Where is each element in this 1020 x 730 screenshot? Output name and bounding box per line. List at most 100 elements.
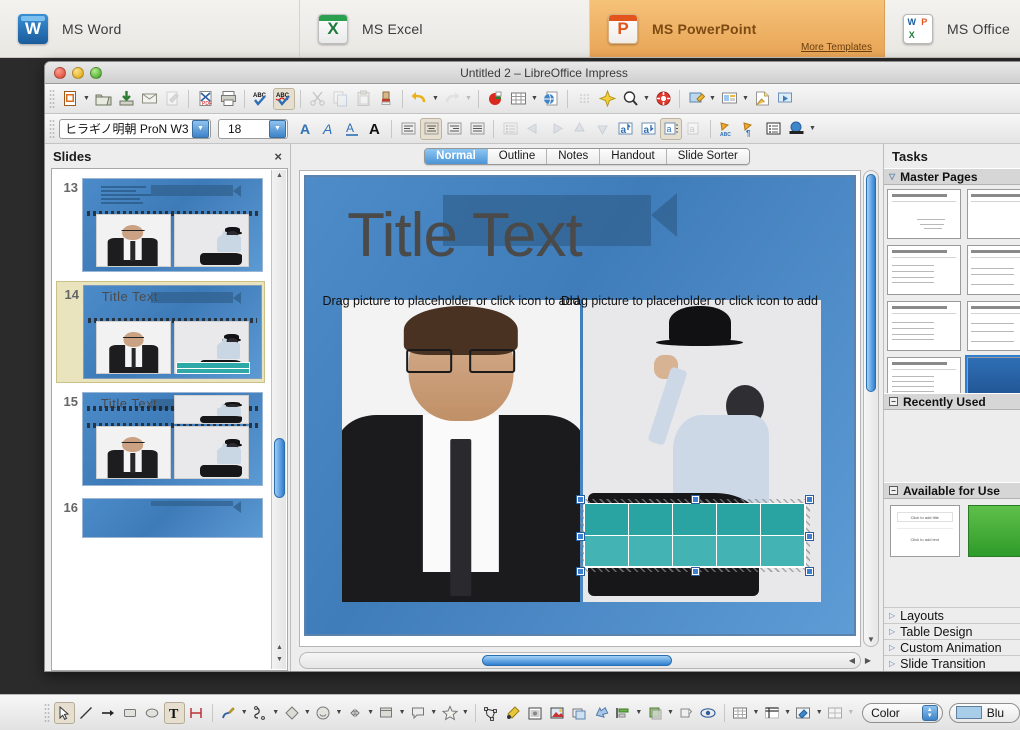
slide-thumbnail[interactable]: Title Text bbox=[82, 392, 263, 486]
selection-handle[interactable] bbox=[577, 532, 584, 540]
chevron-down-icon[interactable]: ▼ bbox=[269, 119, 286, 138]
undo-button[interactable] bbox=[408, 88, 430, 110]
merge-cells-button[interactable] bbox=[825, 702, 846, 724]
underline-button[interactable]: A bbox=[341, 118, 363, 140]
panel-table-design[interactable]: ▷ Table Design bbox=[884, 623, 1020, 639]
connector-dropdown-icon[interactable]: ▼ bbox=[271, 702, 280, 724]
move-down-button[interactable] bbox=[591, 118, 613, 140]
merge-cells-dropdown-icon[interactable]: ▼ bbox=[847, 702, 856, 724]
shadow-dropdown-icon[interactable]: ▼ bbox=[666, 702, 675, 724]
open-document-button[interactable] bbox=[92, 88, 114, 110]
slide-thumbnail[interactable] bbox=[82, 178, 263, 272]
zoom-dropdown-icon[interactable]: ▼ bbox=[642, 88, 651, 110]
promote-button[interactable] bbox=[522, 118, 544, 140]
stars-dropdown-icon[interactable]: ▼ bbox=[461, 702, 470, 724]
flowchart-dropdown-icon[interactable]: ▼ bbox=[398, 702, 407, 724]
line-tool-button[interactable] bbox=[76, 702, 97, 724]
tab-handout[interactable]: Handout bbox=[600, 148, 667, 164]
tab-outline[interactable]: Outline bbox=[487, 148, 548, 164]
master-page-thumbnail[interactable] bbox=[966, 301, 1020, 351]
select-tool-button[interactable] bbox=[53, 701, 75, 724]
block-arrows-dropdown-icon[interactable]: ▼ bbox=[366, 702, 375, 724]
template-item-ms-excel[interactable]: X MS Excel bbox=[300, 0, 590, 57]
scroll-down-arrow-icon[interactable]: ▼ bbox=[864, 632, 878, 647]
slide-thumbnail-item[interactable]: 13 bbox=[56, 175, 265, 275]
bold-button[interactable]: A bbox=[295, 118, 317, 140]
available-for-use-list[interactable]: Click to add title Click to add text bbox=[884, 499, 1020, 571]
arrange-dropdown-icon[interactable]: ▼ bbox=[635, 702, 644, 724]
insert-table-button[interactable] bbox=[507, 88, 529, 110]
callout-shapes-button[interactable] bbox=[407, 702, 428, 724]
tab-slide-sorter[interactable]: Slide Sorter bbox=[666, 148, 749, 164]
basic-shapes-button[interactable] bbox=[281, 702, 302, 724]
block-arrows-button[interactable] bbox=[344, 702, 365, 724]
borders-button[interactable] bbox=[761, 702, 782, 724]
master-page-thumbnail-selected[interactable] bbox=[964, 355, 1020, 393]
scrollbar-thumb[interactable] bbox=[866, 174, 876, 392]
toolbar-grip[interactable] bbox=[49, 118, 55, 139]
selected-table-object[interactable] bbox=[577, 496, 814, 576]
character-spacing-button[interactable]: a bbox=[660, 117, 682, 140]
email-document-button[interactable] bbox=[138, 88, 160, 110]
chevron-down-icon[interactable]: ▼ bbox=[192, 119, 209, 138]
clone-formatting-button[interactable] bbox=[375, 88, 397, 110]
collapse-icon[interactable]: − bbox=[889, 486, 898, 495]
selection-handle[interactable] bbox=[806, 496, 814, 504]
close-icon[interactable]: × bbox=[274, 149, 282, 164]
selection-handle[interactable] bbox=[806, 532, 814, 540]
insert-image-dropdown-icon[interactable]: ▼ bbox=[808, 118, 817, 140]
slide-layout-button[interactable] bbox=[718, 88, 740, 110]
table-grid[interactable] bbox=[584, 503, 807, 569]
show-draw-functions-button[interactable] bbox=[573, 88, 595, 110]
cut-button[interactable] bbox=[306, 88, 328, 110]
align-center-button[interactable] bbox=[420, 117, 442, 140]
insert-chart-button[interactable] bbox=[484, 88, 506, 110]
template-item-ms-powerpoint[interactable]: P MS PowerPoint More Templates bbox=[590, 0, 885, 57]
rotate-tool-button[interactable] bbox=[569, 702, 590, 724]
slide-canvas[interactable]: Title Text Drag picture to placeholder o… bbox=[299, 170, 861, 647]
insert-fields-button[interactable] bbox=[762, 118, 784, 140]
symbol-shapes-button[interactable] bbox=[313, 702, 334, 724]
new-slide-button[interactable] bbox=[751, 88, 773, 110]
font-color-button[interactable]: A bbox=[364, 118, 386, 140]
decrease-font-size-button[interactable]: a bbox=[637, 118, 659, 140]
table-dropdown-icon[interactable]: ▼ bbox=[752, 702, 761, 724]
filter-tool-button[interactable] bbox=[698, 702, 719, 724]
template-item-ms-office[interactable]: WPX MS Office bbox=[885, 0, 1020, 57]
slide-thumbnail-item-selected[interactable]: 14 Title Text bbox=[56, 281, 265, 383]
insert-table-dropdown-icon[interactable]: ▼ bbox=[530, 88, 539, 110]
zoom-button[interactable] bbox=[619, 88, 641, 110]
align-objects-button[interactable] bbox=[591, 702, 612, 724]
scroll-left-arrow-icon[interactable]: ◀ bbox=[845, 653, 859, 668]
master-page-thumbnail[interactable] bbox=[966, 189, 1020, 239]
increase-font-size-button[interactable]: a bbox=[614, 118, 636, 140]
master-page-thumbnail[interactable] bbox=[887, 301, 961, 351]
stepper-icon[interactable]: ▲ ▼ bbox=[921, 704, 938, 721]
redo-button[interactable] bbox=[441, 88, 463, 110]
rectangle-tool-button[interactable] bbox=[120, 702, 141, 724]
slides-pane-scrollbar[interactable]: ▲ ▲ ▼ bbox=[271, 170, 286, 669]
master-pages-grid[interactable] bbox=[884, 185, 1020, 393]
selection-handle[interactable] bbox=[806, 568, 814, 576]
slide-thumbnail[interactable] bbox=[82, 498, 263, 538]
selection-handle[interactable] bbox=[577, 496, 584, 504]
glue-points-tool-button[interactable] bbox=[503, 702, 524, 724]
bullet-list-button[interactable] bbox=[499, 118, 521, 140]
scroll-down-arrow-icon2[interactable]: ▼ bbox=[274, 656, 285, 667]
formatting-marks-button[interactable]: ¶ bbox=[739, 118, 761, 140]
borders-dropdown-icon[interactable]: ▼ bbox=[783, 702, 792, 724]
template-item-ms-word[interactable]: W MS Word bbox=[0, 0, 300, 57]
window-title-bar[interactable]: Untitled 2 – LibreOffice Impress bbox=[45, 62, 1020, 84]
fill-color-select[interactable]: Blu bbox=[948, 702, 1020, 723]
scrollbar-thumb[interactable] bbox=[482, 655, 672, 666]
chevron-down-icon[interactable]: ▽ bbox=[889, 172, 895, 181]
spelling-button[interactable]: ABC bbox=[250, 88, 272, 110]
dimension-line-tool-button[interactable] bbox=[186, 702, 207, 724]
section-master-pages[interactable]: ▽ Master Pages bbox=[884, 168, 1020, 185]
start-slideshow-button[interactable] bbox=[774, 88, 796, 110]
area-style-dropdown-icon[interactable]: ▼ bbox=[815, 702, 824, 724]
undo-dropdown-icon[interactable]: ▼ bbox=[431, 88, 440, 110]
font-name-combo[interactable]: ヒラギノ明朝 ProN W3 ▼ bbox=[59, 118, 211, 139]
curve-tool-button[interactable] bbox=[218, 702, 239, 724]
table-insert-button[interactable] bbox=[730, 702, 751, 724]
